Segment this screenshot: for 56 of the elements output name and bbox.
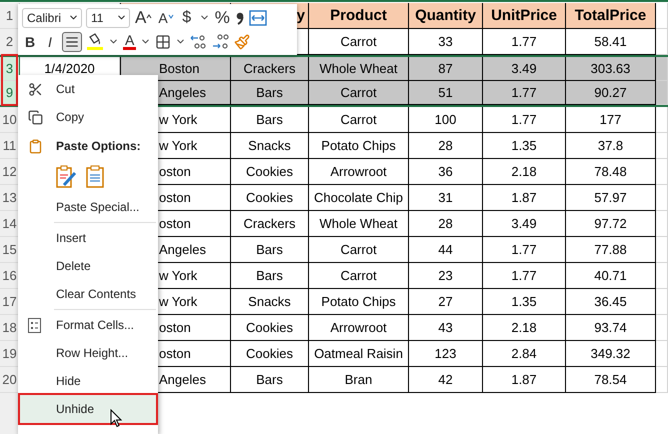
fill-color-icon[interactable] bbox=[86, 32, 104, 50]
menu-item[interactable]: Unhide bbox=[20, 395, 156, 423]
bold-button[interactable]: B bbox=[22, 32, 38, 52]
font-size-field[interactable]: 11 bbox=[86, 8, 130, 28]
increase-decimal-icon[interactable] bbox=[212, 32, 230, 50]
table-cell: Bars bbox=[231, 367, 309, 393]
empty-cell bbox=[656, 367, 668, 393]
font-color-button[interactable]: A bbox=[123, 33, 136, 50]
table-cell: 51 bbox=[409, 81, 483, 105]
table-cell: 42 bbox=[409, 367, 483, 393]
row-number[interactable]: 12 bbox=[0, 159, 20, 185]
table-cell: 90.27 bbox=[566, 81, 656, 105]
column-header: TotalPrice bbox=[566, 3, 656, 29]
format-cells-icon bbox=[28, 318, 41, 332]
copy-icon bbox=[28, 110, 43, 124]
align-center-button[interactable] bbox=[62, 32, 82, 52]
paste-brush-icon[interactable] bbox=[56, 165, 78, 189]
row-number[interactable]: 14 bbox=[0, 211, 20, 237]
align-icon bbox=[65, 34, 79, 48]
row-number[interactable]: 20 bbox=[0, 367, 20, 393]
decrease-decimal-icon[interactable] bbox=[190, 32, 208, 50]
table-cell: Carrot bbox=[309, 81, 409, 105]
merge-cells-icon[interactable] bbox=[248, 10, 267, 26]
grow-font-button[interactable]: A bbox=[134, 8, 154, 28]
highlight-frame bbox=[1, 54, 18, 106]
comma-style-icon[interactable] bbox=[234, 10, 245, 26]
table-cell: 1.87 bbox=[483, 367, 566, 393]
row-number[interactable]: 17 bbox=[0, 289, 20, 315]
table-cell: 1.77 bbox=[483, 81, 566, 105]
font-field[interactable]: Calibri bbox=[22, 8, 82, 28]
table-cell: 78.54 bbox=[566, 367, 656, 393]
row-number[interactable]: 15 bbox=[0, 237, 20, 263]
table-cell: Bran bbox=[309, 367, 409, 393]
row-number[interactable]: 18 bbox=[0, 315, 20, 341]
paste-icon bbox=[28, 138, 43, 154]
column-header: Quantity bbox=[409, 3, 483, 29]
column-header: UnitPrice bbox=[483, 3, 566, 29]
percent-button[interactable]: % bbox=[214, 8, 231, 28]
row-number[interactable]: 10 bbox=[0, 107, 20, 133]
currency-button[interactable]: $ bbox=[178, 8, 195, 28]
table-cell: Bars bbox=[231, 81, 309, 105]
cut-icon bbox=[28, 82, 43, 96]
empty-cell bbox=[656, 81, 668, 105]
column-header: Product bbox=[309, 3, 409, 29]
italic-button[interactable]: I bbox=[42, 32, 58, 52]
caret-down-icon bbox=[168, 14, 174, 22]
row-number[interactable]: 13 bbox=[0, 185, 20, 211]
row-number[interactable]: 1 bbox=[0, 3, 20, 29]
row-number[interactable]: 19 bbox=[0, 341, 20, 367]
format-painter-icon[interactable] bbox=[234, 34, 250, 50]
row-number[interactable]: 16 bbox=[0, 263, 20, 289]
pointer-icon bbox=[110, 409, 122, 428]
borders-icon[interactable] bbox=[155, 34, 172, 50]
paste-values-icon[interactable] bbox=[86, 165, 104, 189]
row-number[interactable]: 11 bbox=[0, 133, 20, 159]
shrink-font-button[interactable]: A bbox=[157, 8, 175, 28]
